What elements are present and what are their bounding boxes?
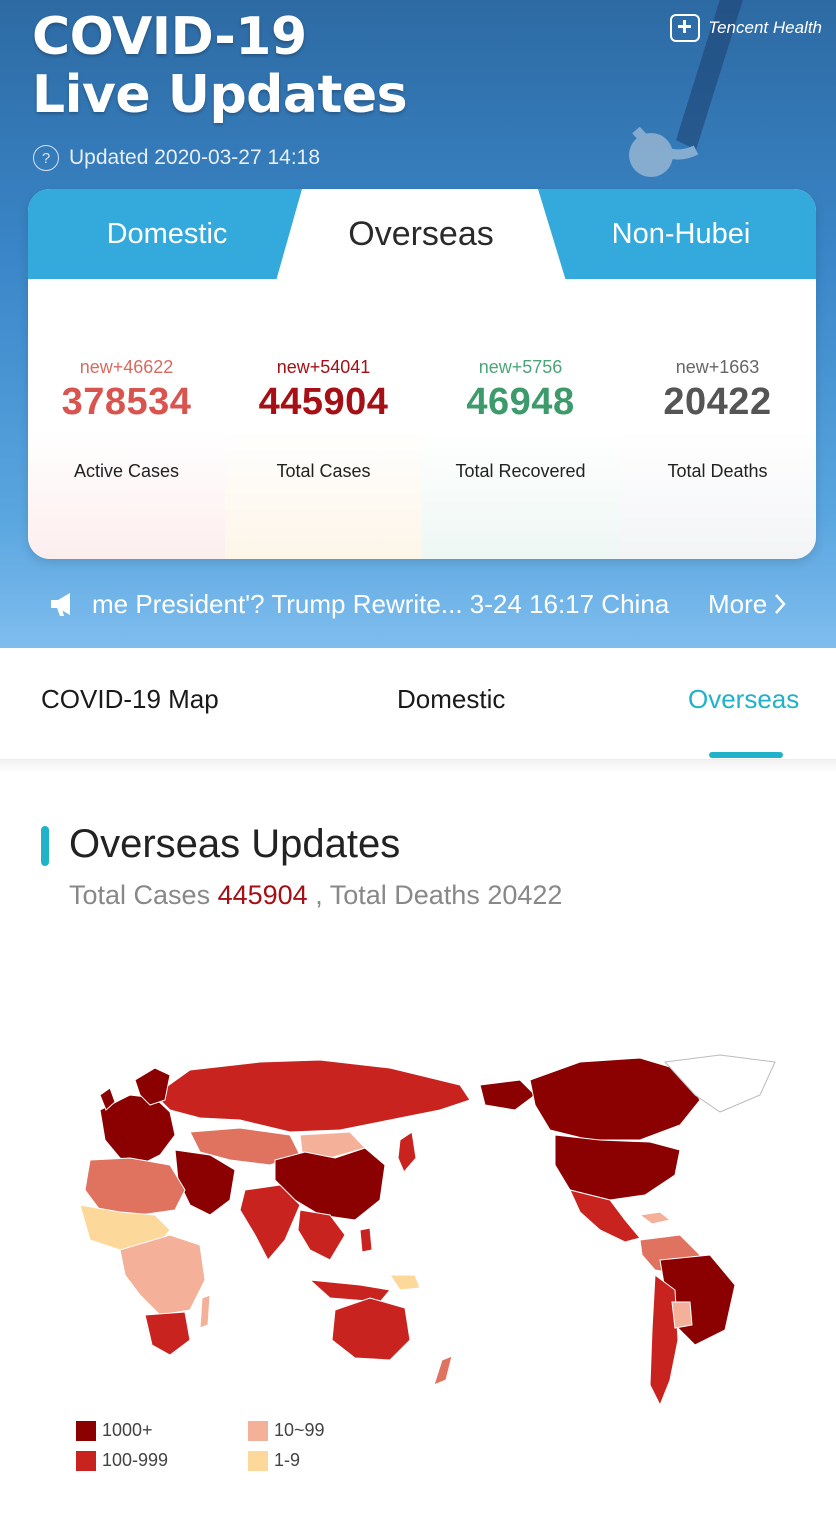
- map-middle-east: [174, 1149, 236, 1216]
- stat-total-deaths: new+1663 20422 Total Deaths: [619, 279, 816, 559]
- stat-active-cases: new+46622 378534 Active Cases: [28, 279, 225, 559]
- tab-overseas[interactable]: Overseas: [296, 189, 546, 279]
- map-india: [239, 1184, 301, 1261]
- updated-label: Updated 2020-03-27 14:18: [69, 146, 321, 169]
- tab-domestic[interactable]: Domestic: [28, 189, 306, 279]
- legend-swatch: [248, 1420, 268, 1441]
- legend-item: 100-999: [76, 1450, 168, 1471]
- stats-card: Domestic Overseas Non-Hubei new+46622 37…: [28, 189, 816, 559]
- header-banner: COVID-19 Live Updates Tencent Health ? U…: [0, 0, 836, 648]
- map-north-africa: [84, 1157, 186, 1216]
- map-south-america-south: [649, 1274, 679, 1407]
- more-label: More: [708, 588, 768, 619]
- summary-deaths-label: , Total Deaths: [315, 880, 480, 910]
- legend-label: 1-9: [274, 1450, 301, 1470]
- map-russia: [154, 1059, 471, 1133]
- legend-label: 100-999: [102, 1450, 169, 1470]
- stat-label: Active Cases: [73, 461, 180, 481]
- map-caribbean: [638, 1211, 672, 1225]
- legend-item: 1000+: [76, 1420, 153, 1441]
- stat-total-recovered: new+5756 46948 Total Recovered: [422, 279, 619, 559]
- stat-new: new+46622: [79, 357, 174, 377]
- brand-label: Tencent Health: [708, 18, 822, 37]
- section-accent-bar: [41, 826, 49, 866]
- legend-item: 10~99: [248, 1420, 325, 1441]
- divider: [0, 760, 836, 774]
- summary-total-cases: 445904: [217, 880, 308, 910]
- section-title: Overseas Updates: [69, 822, 401, 866]
- world-map[interactable]: [60, 1040, 780, 1410]
- stat-label: Total Deaths: [667, 461, 768, 481]
- map-alaska: [479, 1079, 536, 1111]
- legend-swatch: [76, 1450, 96, 1471]
- map-philippines: [359, 1227, 373, 1253]
- map-south-africa: [144, 1311, 191, 1356]
- map-japan: [397, 1131, 417, 1173]
- nav-covid-map[interactable]: COVID-19 Map: [41, 684, 219, 715]
- megaphone-icon: [51, 593, 70, 616]
- map-australia: [331, 1297, 411, 1361]
- stat-label: Total Recovered: [455, 461, 586, 481]
- more-link[interactable]: More: [708, 584, 787, 624]
- section-nav: COVID-19 Map Domestic Overseas: [0, 648, 836, 760]
- news-ticker[interactable]: me President'? Trump Rewrite... 3-24 16:…: [48, 584, 688, 624]
- stat-new: new+5756: [478, 357, 563, 377]
- legend-item: 1-9: [248, 1450, 300, 1471]
- active-nav-indicator: [709, 752, 783, 758]
- tab-non-hubei[interactable]: Non-Hubei: [546, 189, 816, 279]
- stat-new: new+1663: [675, 357, 760, 377]
- section-summary: Total Cases 445904 , Total Deaths 20422: [69, 880, 562, 911]
- stat-value: 445904: [258, 381, 389, 423]
- legend-swatch: [248, 1450, 268, 1471]
- summary-cases-label: Total Cases: [69, 880, 211, 910]
- tencent-health-brand: Tencent Health: [670, 14, 822, 42]
- stat-total-cases: new+54041 445904 Total Cases: [225, 279, 422, 559]
- legend-swatch: [76, 1420, 96, 1441]
- map-png: [389, 1274, 421, 1291]
- legend-label: 1000+: [102, 1420, 153, 1440]
- map-legend: 1000+ 10~99 100-999 1-9: [76, 1420, 436, 1480]
- stat-new: new+54041: [276, 357, 371, 377]
- nav-overseas[interactable]: Overseas: [688, 684, 799, 715]
- page-title: COVID-19 Live Updates: [32, 7, 408, 125]
- stat-value: 378534: [61, 381, 192, 423]
- medical-plus-icon: [670, 14, 701, 42]
- stat-value: 20422: [663, 381, 772, 423]
- summary-total-deaths: 20422: [487, 880, 563, 910]
- nav-domestic[interactable]: Domestic: [397, 684, 505, 715]
- map-madagascar: [199, 1294, 211, 1329]
- map-central-africa: [119, 1234, 206, 1316]
- stats-row: new+46622 378534 Active Cases new+54041 …: [28, 279, 816, 559]
- chevron-right-icon: [775, 594, 786, 614]
- map-paraguay: [671, 1301, 693, 1329]
- stat-value: 46948: [466, 381, 575, 423]
- stat-label: Total Cases: [276, 461, 371, 481]
- map-indonesia: [308, 1279, 391, 1303]
- ticker-text[interactable]: me President'? Trump Rewrite... 3-24 16:…: [92, 589, 669, 620]
- map-new-zealand: [433, 1355, 453, 1386]
- map-usa: [554, 1134, 681, 1201]
- question-icon[interactable]: ?: [33, 145, 59, 171]
- updated-timestamp: ? Updated 2020-03-27 14:18: [33, 145, 320, 171]
- legend-label: 10~99: [274, 1420, 325, 1440]
